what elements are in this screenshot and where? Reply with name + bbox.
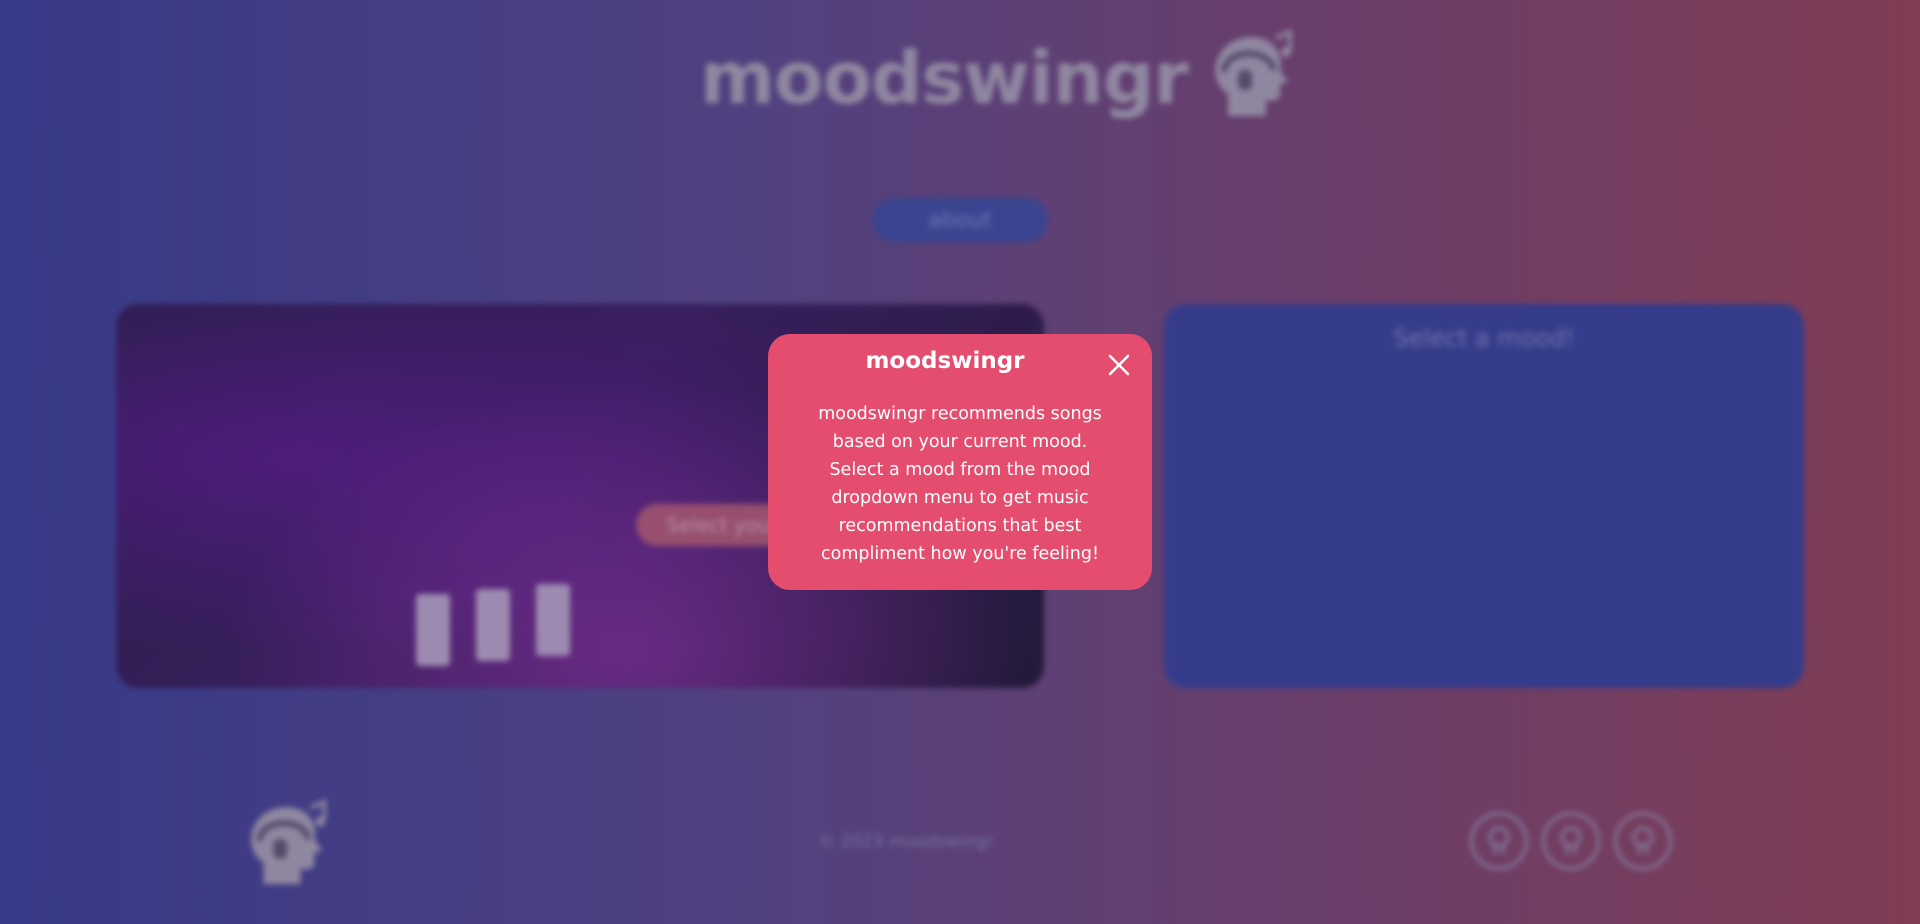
close-icon[interactable] [1106,352,1132,378]
about-modal: moodswingr moodswingr recommends songs b… [768,334,1152,590]
modal-title: moodswingr [865,348,1025,374]
modal-body: moodswingr recommends songs based on you… [818,404,1102,564]
